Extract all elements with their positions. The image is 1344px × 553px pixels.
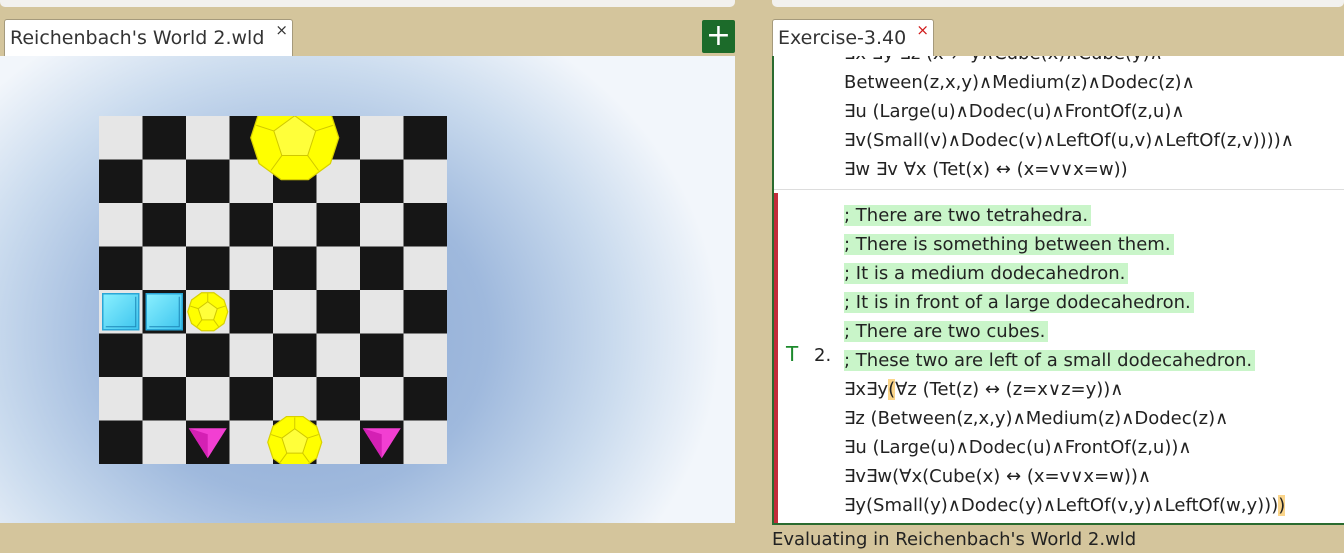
board-square[interactable] [316, 333, 361, 378]
prev-sentence-line: ∃w ∃v ∀x (Tet(x) ↔ (x=v∨x=w)) [844, 159, 1128, 180]
board-square[interactable] [99, 377, 143, 421]
board-square[interactable] [142, 377, 187, 421]
board-square[interactable] [316, 246, 361, 291]
board-square[interactable] [229, 290, 274, 334]
board-square[interactable] [99, 159, 143, 204]
editor-top-strip [772, 0, 1344, 7]
small-cube[interactable] [102, 293, 140, 331]
medium-dodecahedron[interactable] [267, 415, 323, 464]
close-icon[interactable]: × [916, 23, 929, 38]
add-world-button[interactable]: + [702, 20, 735, 53]
formula-line[interactable]: ∃u (Large(u)∧Dodec(u)∧FrontOf(z,u))∧ [844, 433, 1192, 462]
board-square[interactable] [273, 203, 317, 247]
world-top-strip [0, 0, 735, 7]
board-square[interactable] [229, 420, 274, 465]
board-square[interactable] [273, 290, 317, 334]
board-square[interactable] [186, 203, 230, 247]
board-square[interactable] [316, 377, 361, 421]
comment-line: ; There are two cubes. [844, 317, 1049, 346]
board-square[interactable] [99, 203, 143, 247]
world-view[interactable] [0, 56, 735, 523]
board-square[interactable] [360, 246, 404, 291]
tab-exercise[interactable]: Exercise-3.40 × [772, 19, 934, 57]
small-cube[interactable] [145, 293, 183, 331]
comment-line: ; It is a medium dodecahedron. [844, 259, 1129, 288]
board-square[interactable] [186, 333, 230, 378]
tab-world[interactable]: Reichenbach's World 2.wld × [4, 19, 293, 57]
prev-sentence-line: Between(z,x,y)∧Medium(z)∧Dodec(z)∧ [844, 72, 1195, 93]
board-square[interactable] [229, 246, 274, 291]
board-square[interactable] [99, 420, 143, 465]
tab-exercise-label: Exercise-3.40 [778, 27, 907, 49]
formula-line[interactable]: ∃z (Between(z,x,y)∧Medium(z)∧Dodec(z)∧ [844, 404, 1228, 433]
board-square[interactable] [186, 246, 230, 291]
board-square[interactable] [403, 333, 448, 378]
formula-line[interactable]: ∃x∃y(∀z (Tet(z) ↔ (z=x∨z=y))∧ [844, 375, 1123, 404]
board-square[interactable] [229, 377, 274, 421]
sentence-number: 2. [814, 345, 832, 366]
board-square[interactable] [273, 377, 317, 421]
comment-line: ; These two are left of a small dodecahe… [844, 346, 1256, 375]
board-square[interactable] [403, 116, 448, 160]
board-square[interactable] [99, 116, 143, 160]
small-dodecahedron[interactable] [187, 292, 229, 332]
sentence-editor[interactable]: ∃x ∃y ∃z (x ≠ y∧Cube(x)∧Cube(y)∧ Between… [772, 56, 1344, 525]
board-square[interactable] [360, 377, 404, 421]
board-square[interactable] [360, 116, 404, 160]
board-square[interactable] [273, 246, 317, 291]
matched-paren: ) [1278, 495, 1286, 516]
board-square[interactable] [403, 377, 448, 421]
comment-line: ; It is in front of a large dodecahedron… [844, 288, 1194, 317]
current-sentence-marker [774, 193, 778, 523]
board-square[interactable] [142, 203, 187, 247]
board-square[interactable] [316, 203, 361, 247]
status-bar: Evaluating in Reichenbach's World 2.wld [772, 529, 1137, 550]
board-square[interactable] [360, 159, 404, 204]
board-square[interactable] [186, 159, 230, 204]
prev-sentence-line: ∃v(Small(v)∧Dodec(v)∧LeftOf(u,v)∧LeftOf(… [844, 130, 1294, 151]
chess-board[interactable] [99, 116, 447, 464]
board-square[interactable] [403, 159, 448, 204]
board-square[interactable] [360, 333, 404, 378]
formula-line[interactable]: ∃y(Small(y)∧Dodec(y)∧LeftOf(v,y)∧LeftOf(… [844, 491, 1286, 520]
board-square[interactable] [403, 420, 448, 465]
comment-line: ; There are two tetrahedra. [844, 201, 1092, 230]
board-square[interactable] [229, 333, 274, 378]
board-square[interactable] [186, 377, 230, 421]
board-square[interactable] [142, 420, 187, 465]
tab-world-label: Reichenbach's World 2.wld [10, 27, 265, 49]
board-square[interactable] [403, 246, 448, 291]
comment-line: ; There is something between them. [844, 230, 1174, 259]
close-icon[interactable]: × [275, 23, 288, 38]
board-square[interactable] [360, 203, 404, 247]
board-square[interactable] [403, 203, 448, 247]
prev-sentence-line: ∃u (Large(u)∧Dodec(u)∧FrontOf(z,u)∧ [844, 101, 1185, 122]
formula-line[interactable]: ∃v∃w(∀x(Cube(x) ↔ (x=v∨x=w))∧ [844, 462, 1151, 491]
sentence-separator [774, 189, 1344, 190]
board-square[interactable] [229, 203, 274, 247]
board-square[interactable] [316, 420, 361, 465]
board-square[interactable] [316, 290, 361, 334]
board-square[interactable] [186, 116, 230, 160]
board-square[interactable] [273, 333, 317, 378]
board-square[interactable] [99, 246, 143, 291]
truth-value-badge: T [786, 342, 799, 366]
board-square[interactable] [403, 290, 448, 334]
board-square[interactable] [142, 333, 187, 378]
board-square[interactable] [142, 116, 187, 160]
board-square[interactable] [99, 333, 143, 378]
prev-sentence-line: ∃x ∃y ∃z (x ≠ y∧Cube(x)∧Cube(y)∧ [844, 56, 1163, 68]
board-square[interactable] [360, 290, 404, 334]
board-square[interactable] [142, 159, 187, 204]
board-square[interactable] [142, 246, 187, 291]
